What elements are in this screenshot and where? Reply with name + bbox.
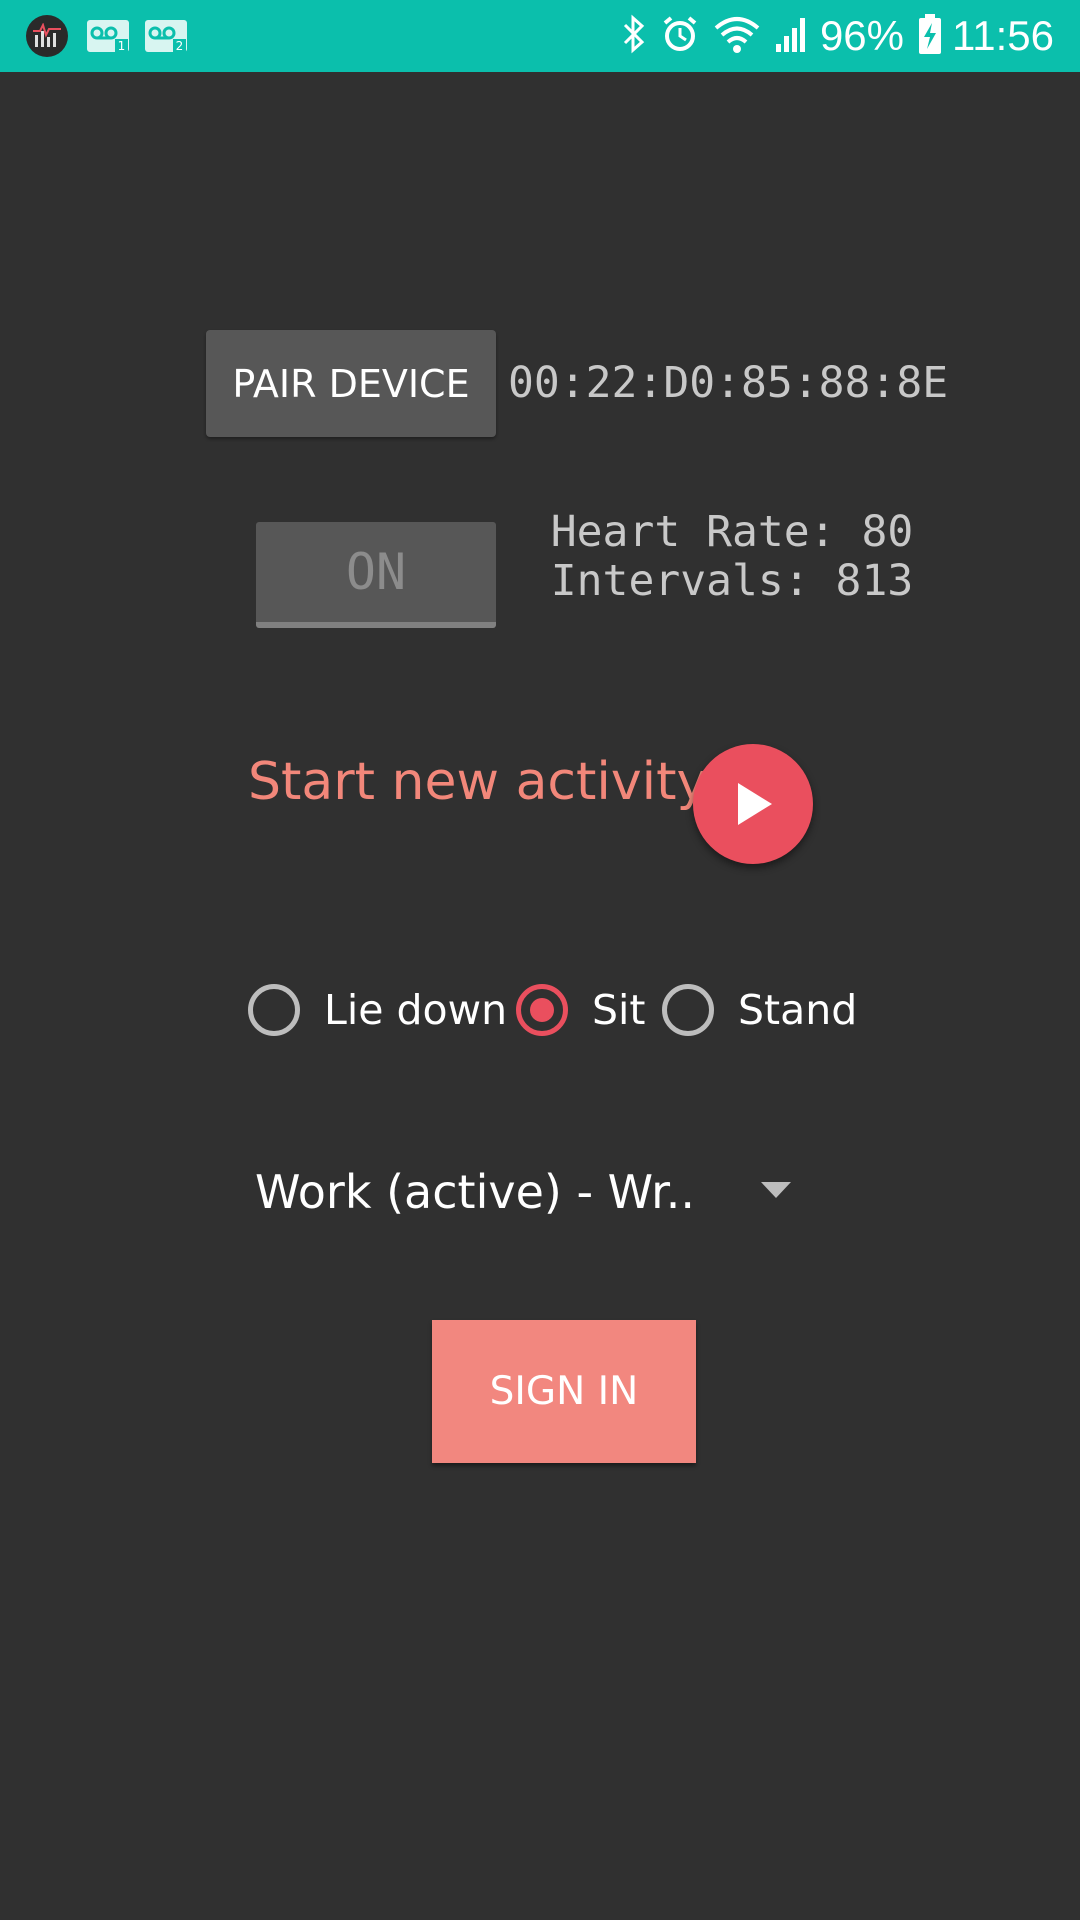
status-bar: 1 2 96% 11:56 (0, 0, 1080, 72)
svg-text:2: 2 (176, 39, 184, 53)
signal-icon (760, 14, 810, 58)
monitor-toggle-button[interactable]: ON (256, 522, 496, 628)
clock: 11:56 (952, 12, 1054, 59)
radio-lie-down-circle[interactable] (248, 984, 300, 1036)
start-activity-label: Start new activity (248, 752, 708, 812)
radio-stand-circle[interactable] (662, 984, 714, 1036)
alarm-icon (646, 14, 700, 58)
play-icon (738, 783, 772, 825)
battery-percent: 96% (819, 12, 904, 59)
pair-device-button[interactable]: PAIR DEVICE (206, 330, 496, 437)
radio-stand[interactable]: Stand (662, 978, 857, 1042)
svg-text:1: 1 (118, 39, 126, 53)
radio-lie-down-label: Lie down (324, 986, 508, 1034)
radio-sit-circle[interactable] (516, 984, 568, 1036)
bluetooth-icon (608, 14, 646, 58)
voicemail-2-icon: 2 (144, 19, 188, 53)
wifi-icon (700, 14, 760, 58)
activity-type-dropdown[interactable]: Work (active) - Wr.. (255, 1156, 795, 1228)
sign-in-button[interactable]: SIGN IN (432, 1320, 696, 1463)
app-notification-icon (26, 15, 68, 57)
radio-sit-label: Sit (592, 986, 646, 1034)
radio-stand-label: Stand (738, 986, 858, 1034)
radio-sit[interactable]: Sit (516, 978, 646, 1042)
chevron-down-icon (761, 1182, 791, 1202)
voicemail-1-icon: 1 (86, 19, 130, 53)
heart-rate-readout: Heart Rate: 80 Intervals: 813 (532, 508, 932, 606)
intervals-text: Intervals: 813 (550, 556, 914, 606)
battery-charging-icon (904, 13, 942, 59)
activity-type-selected: Work (active) - Wr.. (255, 1165, 696, 1219)
radio-lie-down[interactable]: Lie down (248, 978, 507, 1042)
heart-rate-text: Heart Rate: 80 (550, 507, 914, 557)
start-activity-button[interactable] (693, 744, 813, 864)
device-mac-address: 00:22:D0:85:88:8E (508, 358, 949, 408)
